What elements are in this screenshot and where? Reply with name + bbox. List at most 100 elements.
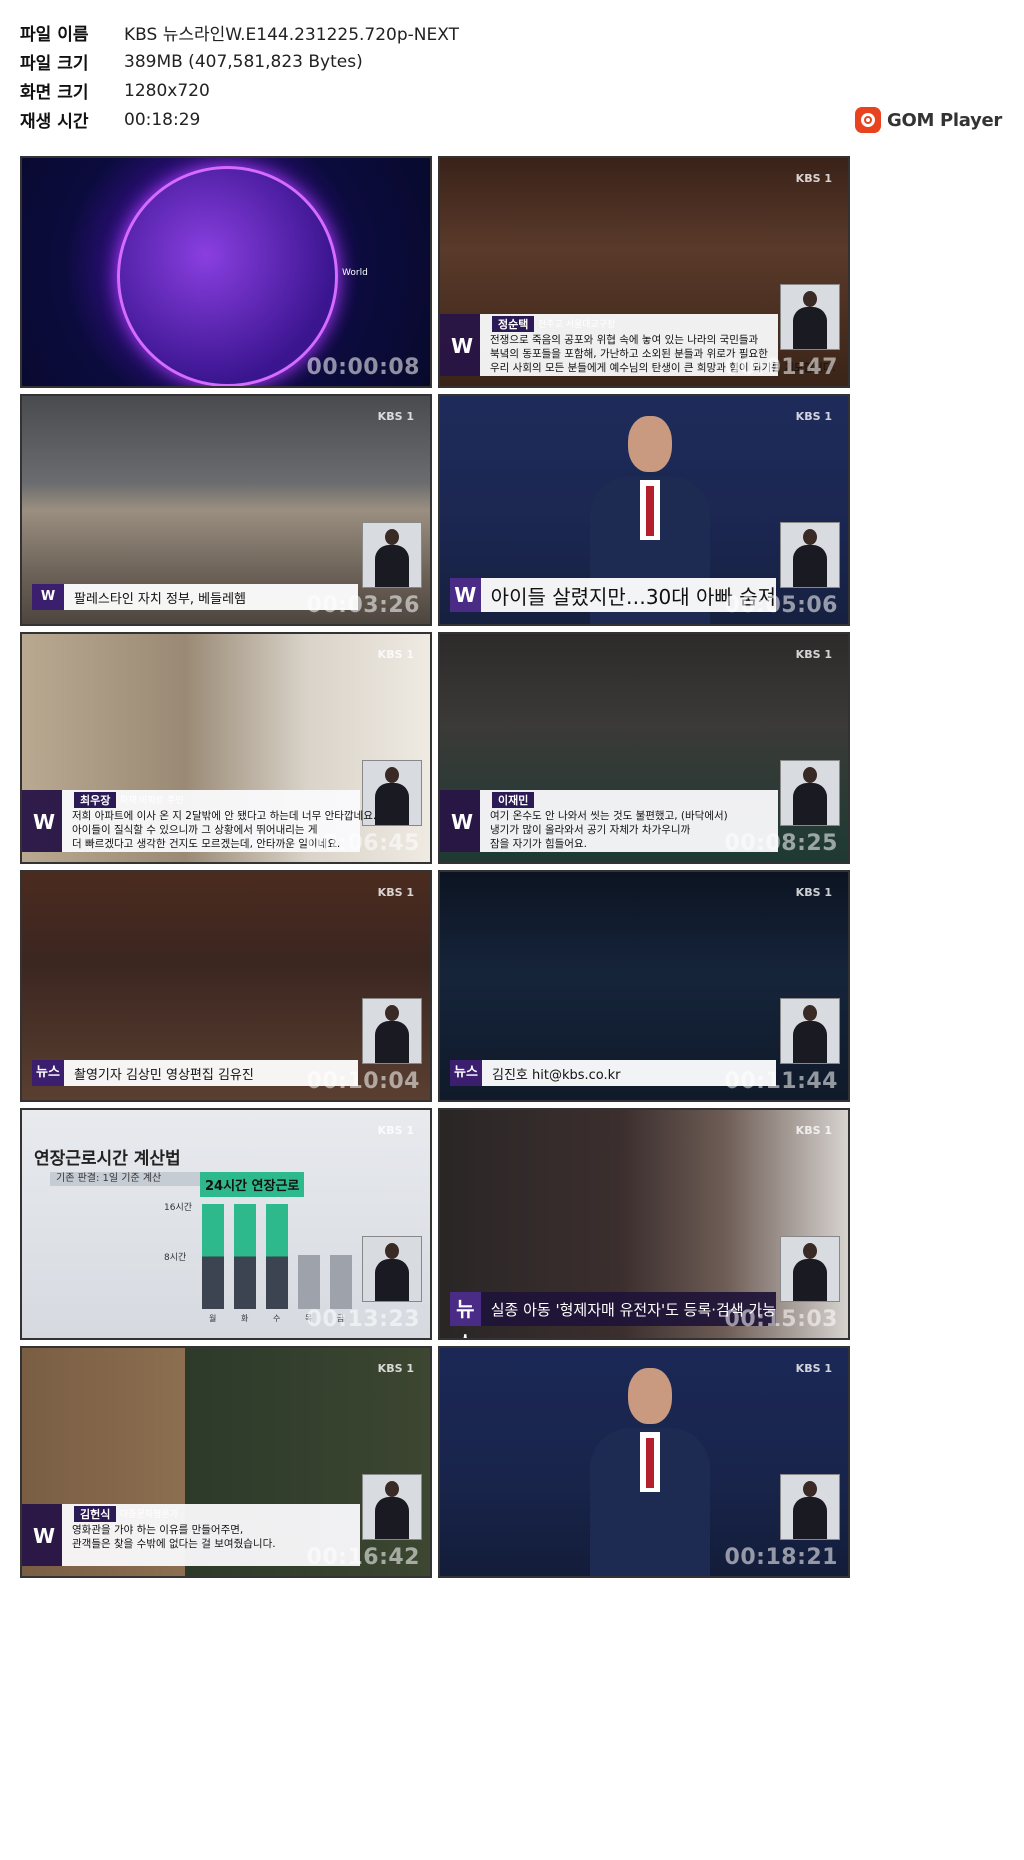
info-row: 파일 크기 389MB (407,581,823 Bytes) — [20, 47, 459, 76]
program-logo-icon: W — [450, 810, 474, 834]
kbs-channel-mark: KBS 1 — [377, 1124, 414, 1137]
info-key: 화면 크기 — [20, 83, 89, 103]
video-thumbnail[interactable]: KBS 1 00:18:21 — [438, 1346, 850, 1578]
caption-line: 더 빠르겠다고 생각한 건지도 모르겠는데, 안타까운 일이네요. — [72, 838, 341, 850]
caption-line: 냉기가 많이 올라와서 공기 자체가 차가우니까 — [490, 824, 691, 836]
video-thumbnail[interactable]: KBS 1 W 아이들 살렸지만…30대 아빠 숨져 00:05:06 — [438, 394, 850, 626]
info-row: 화면 크기 1280x720 — [20, 76, 459, 105]
caption-role: 대중문화평론가 — [120, 1510, 178, 1520]
chart-bar — [234, 1204, 256, 1309]
info-row: 재생 시간 00:18:29 — [20, 105, 459, 134]
caption-line: 전쟁으로 죽음의 공포와 위협 속에 놓여 있는 나라의 국민들과 — [490, 334, 759, 346]
timestamp: 00:16:42 — [306, 1545, 420, 1570]
info-value: 389MB (407,581,823 Bytes) — [124, 51, 363, 72]
kbs-channel-mark: KBS 1 — [795, 648, 832, 661]
video-thumbnail[interactable]: KBS 1 W 팔레스타인 자치 정부, 베들레헴 00:03:26 — [20, 394, 432, 626]
gom-player-logo: GOM Player — [854, 107, 1002, 133]
world-label: World — [342, 268, 368, 278]
timestamp: 00:06:45 — [306, 831, 420, 856]
program-logo-icon: W — [32, 810, 56, 834]
video-thumbnail[interactable]: KBS 1 연장근로시간 계산법 기존 판결: 1일 기준 계산 24시간 연장근로 1… — [20, 1108, 432, 1340]
video-thumbnail[interactable]: World 00:00:08 — [20, 156, 432, 388]
caption-name: 김헌식 — [74, 1506, 117, 1522]
caption-name: 정순택 — [492, 316, 535, 332]
kbs-channel-mark: KBS 1 — [377, 410, 414, 423]
gom-logo-icon — [854, 107, 881, 133]
caption-name: 이재민 — [492, 792, 535, 808]
globe-graphic — [117, 166, 338, 386]
caption-line: 관객들은 찾을 수밖에 없다는 걸 보여줬습니다. — [72, 1538, 276, 1550]
caption-line: 영화관을 가야 하는 이유를 만들어주면, — [72, 1524, 244, 1536]
graphic-badge: 24시간 연장근로 — [200, 1172, 305, 1197]
graphic-title: 연장근로시간 계산법 — [34, 1149, 181, 1169]
logo-text: GOM Player — [886, 109, 1002, 131]
kbs-channel-mark: KBS 1 — [795, 1124, 832, 1137]
video-thumbnail[interactable]: KBS 1 W 김헌식 대중문화평론가영화관을 가야 하는 이유를 만들어주면, 관객들… — [20, 1346, 432, 1578]
timestamp: 00:03:26 — [306, 593, 420, 618]
info-value: KBS 뉴스라인W.E144.231225.720p-NEXT — [124, 25, 459, 45]
info-row: 파일 이름 KBS 뉴스라인W.E144.231225.720p-NEXT — [20, 18, 459, 47]
chart-bar — [330, 1255, 352, 1309]
video-thumbnail[interactable]: KBS 1 W 정순택 천주교 서울대교구장전쟁으로 죽음의 공포와 위협 속에 놓여… — [438, 156, 850, 388]
info-value: 1280x720 — [124, 80, 210, 101]
timestamp: 00:05:06 — [724, 593, 838, 618]
kbs-channel-mark: KBS 1 — [377, 648, 414, 661]
caption-line: 잠을 자기가 힘들어요. — [490, 838, 587, 850]
caption-name: 최우장 — [74, 792, 117, 808]
sign-language-inset — [780, 998, 840, 1064]
timestamp: 00:13:23 — [306, 1307, 420, 1332]
sign-language-inset — [362, 1474, 422, 1540]
day-label: 월 — [209, 1314, 217, 1323]
info-key: 재생 시간 — [20, 112, 89, 132]
video-thumbnail[interactable]: KBS 1 뉴스 촬영기자 김상민 영상편집 김유진 00:10:04 — [20, 870, 432, 1102]
program-tag: W — [450, 578, 481, 612]
kbs-channel-mark: KBS 1 — [377, 886, 414, 899]
y-axis-label: 8시간 — [164, 1253, 187, 1263]
timestamp: 00:10:04 — [306, 1069, 420, 1094]
caption-line: 저희 아파트에 이사 온 지 2달밖에 안 됐다고 하는데 너무 안타깝네요. — [72, 810, 377, 822]
timestamp: 00:11:44 — [724, 1069, 838, 1094]
chart-bar — [202, 1204, 224, 1309]
sign-language-inset — [780, 1236, 840, 1302]
day-label: 수 — [273, 1314, 281, 1323]
video-thumbnail[interactable]: KBS 1 뉴스 김진호 hit@kbs.co.kr 00:11:44 — [438, 870, 850, 1102]
sign-language-inset — [362, 522, 422, 588]
sign-language-inset — [362, 998, 422, 1064]
timestamp: 00:15:03 — [724, 1307, 838, 1332]
timestamp: 00:08:25 — [724, 831, 838, 856]
caption-text: 김진호 hit@kbs.co.kr — [492, 1067, 621, 1083]
sign-language-inset — [780, 760, 840, 826]
chart-bar — [266, 1204, 288, 1309]
video-thumbnail[interactable]: KBS 1 W 최우장 화재 아파트 주민 저희 아파트에 이사 온 지 2달밖에 안 … — [20, 632, 432, 864]
kbs-channel-mark: KBS 1 — [795, 410, 832, 423]
program-tag: 뉴스 — [450, 1060, 482, 1086]
kbs-channel-mark: KBS 1 — [377, 1362, 414, 1375]
kbs-channel-mark: KBS 1 — [795, 172, 832, 185]
program-tag: W — [32, 584, 64, 610]
program-tag: 뉴스 — [32, 1060, 64, 1086]
info-key: 파일 크기 — [20, 54, 89, 74]
caption-text: 촬영기자 김상민 영상편집 김유진 — [74, 1067, 254, 1083]
timestamp: 00:18:21 — [724, 1545, 838, 1570]
file-info-panel: 파일 이름 KBS 뉴스라인W.E144.231225.720p-NEXT 파일 크… — [20, 18, 459, 134]
kbs-channel-mark: KBS 1 — [795, 886, 832, 899]
anchor-figure — [590, 1368, 710, 1576]
program-logo-icon: W — [450, 334, 474, 358]
video-thumbnail[interactable]: KBS 1뉴스실종 아동 '형제자매 유전자'도 등록·검색 가능00:15:0… — [438, 1108, 850, 1340]
timestamp: 00:00:08 — [306, 355, 420, 380]
caption-line: 아이들이 질식할 수 있으니까 그 상황에서 뛰어내리는 게 — [72, 824, 318, 836]
video-thumbnail[interactable]: KBS 1 W 이재민여기 온수도 안 나와서 씻는 것도 불편했고, (바닥에서)… — [438, 632, 850, 864]
day-label: 화 — [241, 1314, 249, 1323]
program-logo-icon: W — [32, 1524, 56, 1548]
kbs-channel-mark: KBS 1 — [795, 1362, 832, 1375]
sign-language-inset — [780, 1474, 840, 1540]
caption-role: 천주교 서울대교구장 — [538, 320, 616, 330]
caption-text: 팔레스타인 자치 정부, 베들레헴 — [74, 591, 247, 607]
timestamp: 00:01:47 — [724, 355, 838, 380]
sign-language-inset — [780, 284, 840, 350]
program-tag: 뉴스 — [450, 1292, 481, 1338]
info-value: 00:18:29 — [124, 109, 201, 130]
y-axis-label: 16시간 — [164, 1203, 193, 1213]
caption-line: 여기 온수도 안 나와서 씻는 것도 불편했고, (바닥에서) — [490, 810, 728, 822]
chart-bar — [298, 1255, 320, 1309]
